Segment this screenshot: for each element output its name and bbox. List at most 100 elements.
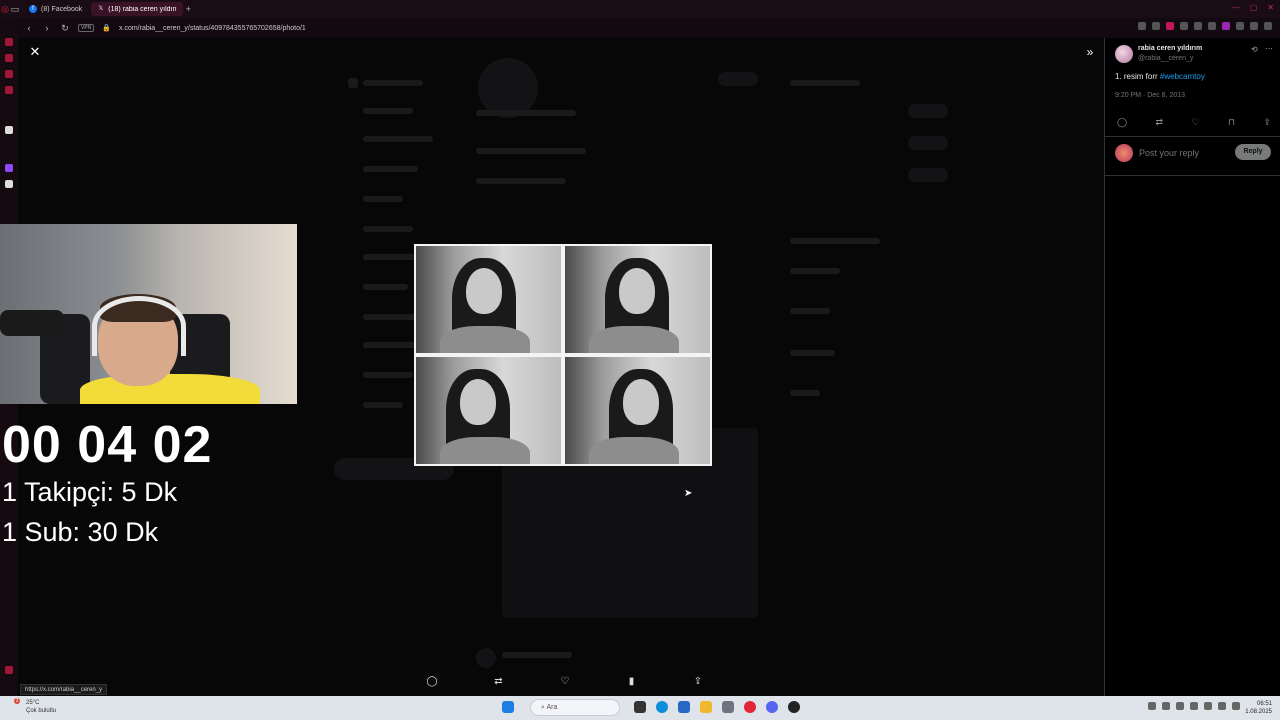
clock-date: 1.08.2025 [1245,709,1272,715]
vpn-badge[interactable]: VPN [78,24,95,32]
forward-icon[interactable]: › [42,23,52,33]
twitch-icon[interactable] [5,164,13,172]
photo-subject [466,268,502,314]
mail-icon[interactable] [722,701,734,713]
follow-button-ghost [908,168,948,182]
settings-icon[interactable] [5,666,13,674]
store-icon[interactable] [678,701,690,713]
mic-icon[interactable] [1204,702,1212,710]
minimize-icon[interactable]: — [1232,3,1240,12]
nav-item-ghost [363,80,423,86]
reply-icon[interactable]: ◯ [420,676,444,692]
facebook-icon: f [29,5,37,13]
follower-rule: 1 Takipçi: 5 Dk [2,477,178,507]
url-field[interactable]: x.com/rabia__ceren_y/status/409784355765… [119,25,306,32]
tweet-card: rabia ceren yıldırım @rabia__ceren_y ⟲ ⋯… [1105,38,1280,176]
new-tab-button[interactable]: + [183,4,193,14]
weather-desc: Çok bulutlu [26,708,57,714]
nav-item-ghost [363,284,408,290]
snapshot-icon[interactable] [1152,22,1160,30]
whatsapp-icon[interactable] [5,70,13,78]
views-icon[interactable]: ▮ [620,676,644,692]
repost-icon[interactable]: ⇄ [1156,117,1164,128]
messenger-icon[interactable] [5,38,13,46]
obs-icon[interactable] [788,701,800,713]
tweet-photo[interactable] [414,244,712,466]
windows-start-icon[interactable] [502,701,514,713]
bookmark-icon[interactable] [1138,22,1146,30]
windows-taskbar: 25°C Çok bulutlu 3 ⌕ Ara 06:51 1.08.2025 [0,696,1280,720]
status-bar-url: https://x.com/rabia__ceren_y [20,684,108,695]
collapse-panel-button[interactable]: » [1083,45,1097,59]
photo-subject [460,379,496,425]
author-avatar[interactable] [1115,45,1133,63]
photo-panel [416,357,561,464]
address-bar: ‹ › ↻ VPN 🔒 x.com/rabia__ceren_y/status/… [18,18,1280,38]
menu-icon[interactable] [1264,22,1272,30]
file-explorer-icon[interactable] [700,701,712,713]
grok-icon[interactable]: ⟲ [1251,45,1258,54]
nav-item-ghost [363,372,413,378]
download-icon[interactable] [1250,22,1258,30]
author-handle[interactable]: @rabia__ceren_y [1138,55,1193,62]
cloud-icon[interactable] [1162,702,1170,710]
tweet-text-body: 1. resim forr [1115,72,1160,81]
back-icon[interactable]: ‹ [24,23,34,33]
wifi-icon[interactable] [1218,702,1226,710]
tab-menu-icon[interactable]: ▭ [10,4,20,15]
bookmark-icon[interactable]: ⊓ [1228,117,1235,128]
weather-widget[interactable]: 25°C Çok bulutlu [16,699,56,715]
system-clock[interactable]: 06:51 1.08.2025 [1245,700,1272,716]
puzzle-icon[interactable] [1236,22,1244,30]
extension-icon[interactable] [1180,22,1188,30]
reply-input[interactable] [1139,148,1229,158]
network-icon[interactable] [1176,702,1184,710]
heart-icon[interactable] [1208,22,1216,30]
profile-avatar-ghost [478,58,538,118]
more-options-icon[interactable]: ⋯ [1265,44,1273,53]
opera-icon[interactable] [744,701,756,713]
share-icon[interactable]: ⇪ [1263,117,1271,128]
close-viewer-button[interactable]: ✕ [28,45,42,59]
author-name[interactable]: rabia ceren yıldırım [1138,45,1202,52]
like-icon[interactable]: ♡ [1191,117,1199,128]
webcam-overlay [0,224,297,404]
photo-subject [589,437,679,464]
play-icon[interactable] [1194,22,1202,30]
tray-chevron-icon[interactable] [1148,702,1156,710]
aria-icon[interactable] [5,54,13,62]
edge-icon[interactable] [656,701,668,713]
lock-icon: 🔒 [102,25,111,32]
nav-item-ghost [363,166,418,172]
tweet-detail-panel: rabia ceren yıldırım @rabia__ceren_y ⟲ ⋯… [1104,38,1280,696]
discord-icon[interactable] [766,701,778,713]
photo-subject [619,268,655,314]
reply-icon[interactable]: ◯ [1117,117,1127,128]
subathon-timer: 00 04 02 [2,416,213,474]
close-window-icon[interactable]: ✕ [1267,3,1274,12]
instagram-icon[interactable] [5,86,13,94]
tweet-timestamp[interactable]: 9:20 PM · Dec 8, 2013 [1115,92,1185,99]
task-view-icon[interactable] [634,701,646,713]
volume-icon[interactable] [1232,702,1240,710]
share-icon[interactable]: ⇪ [686,676,710,692]
reload-icon[interactable]: ↻ [60,23,70,34]
x-sidebar-icon[interactable] [5,180,13,188]
maximize-icon[interactable]: ▢ [1250,3,1258,12]
hashtag-link[interactable]: #webcamtoy [1160,72,1205,81]
tiktok-icon[interactable] [5,126,13,134]
opera-logo-icon[interactable]: ◎ [0,4,10,15]
extension-icon[interactable] [1166,22,1174,30]
tab-x-post[interactable]: 𝕏 (18) rabia ceren yıldırım ( [91,2,184,16]
extension-icon[interactable] [1222,22,1230,30]
extensions-toolbar [1138,22,1272,30]
trend-ghost [790,390,820,396]
nav-item-ghost [363,226,413,232]
repost-icon[interactable]: ⇄ [487,676,511,692]
photo-subject [440,437,530,464]
usb-icon[interactable] [1190,702,1198,710]
reply-button[interactable]: Reply [1235,144,1271,160]
tab-facebook[interactable]: f (8) Facebook [23,2,88,16]
like-icon[interactable]: ♡ [553,676,577,692]
taskbar-search[interactable]: ⌕ Ara [530,699,620,716]
